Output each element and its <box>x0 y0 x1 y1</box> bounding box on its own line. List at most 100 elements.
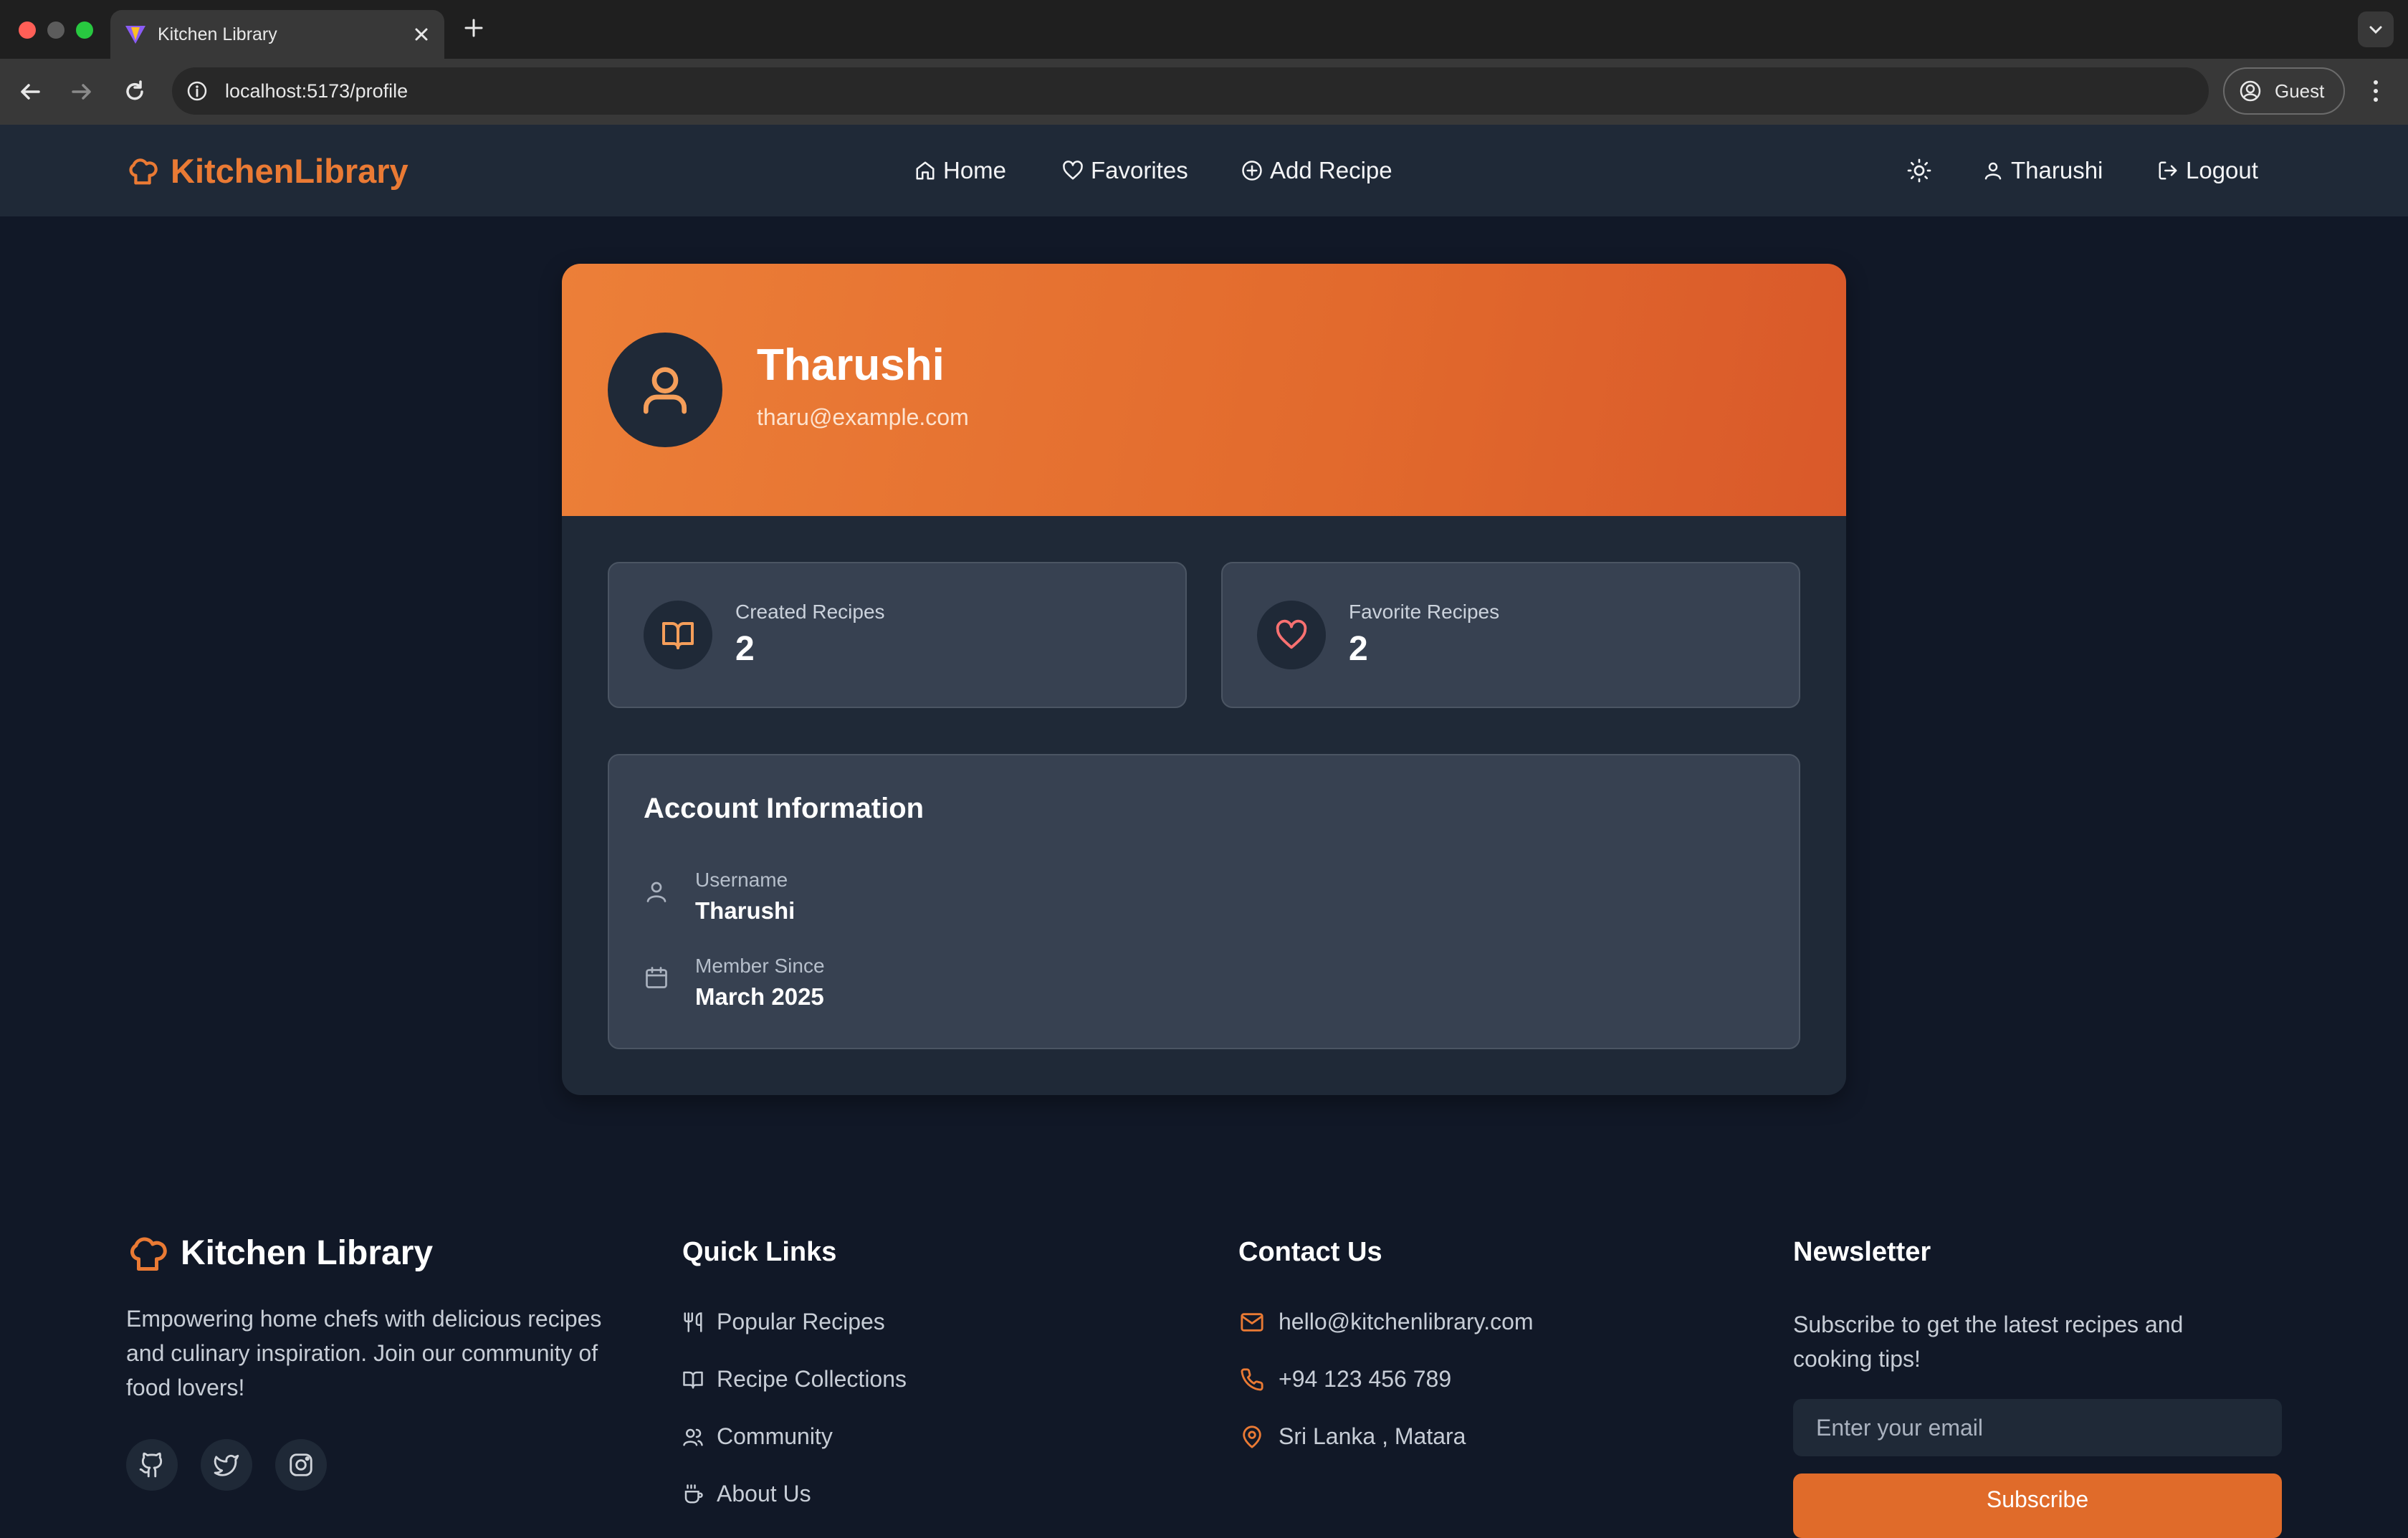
footer-link-label: Popular Recipes <box>717 1309 885 1334</box>
mail-icon <box>1238 1310 1266 1334</box>
avatar <box>608 333 722 447</box>
tab-title: Kitchen Library <box>158 24 277 44</box>
footer-brand: Kitchen Library <box>126 1231 433 1274</box>
reload-icon[interactable] <box>122 79 148 105</box>
twitter-icon <box>213 1451 240 1479</box>
github-link[interactable] <box>126 1439 178 1491</box>
contact-location: Sri Lanka , Matara <box>1238 1423 1466 1450</box>
user-icon <box>644 879 669 904</box>
member-since-label: Member Since <box>695 955 825 977</box>
stat-value: 2 <box>735 630 755 668</box>
contact-phone-link[interactable]: +94 123 456 789 <box>1238 1366 1451 1393</box>
close-tab-icon[interactable] <box>411 24 431 44</box>
contact-us-title: Contact Us <box>1238 1237 1382 1267</box>
nav-favorites-link[interactable]: Favorites <box>1062 125 1188 216</box>
logout-button[interactable]: Logout <box>2157 125 2258 216</box>
vite-favicon-icon <box>125 24 146 44</box>
nav-add-recipe-label: Add Recipe <box>1270 157 1392 183</box>
tab-search-icon[interactable] <box>2358 11 2394 47</box>
home-icon <box>914 160 936 181</box>
logout-icon <box>2157 160 2179 181</box>
footer-link-recipe-collections[interactable]: Recipe Collections <box>682 1366 907 1393</box>
profile-card: Tharushi tharu@example.com Created Recip… <box>562 264 1846 1095</box>
phone-icon <box>1238 1367 1266 1392</box>
user-icon <box>636 361 694 419</box>
forward-icon[interactable] <box>69 79 95 105</box>
nav-favorites-label: Favorites <box>1091 157 1188 183</box>
nav-home-label: Home <box>943 157 1007 183</box>
footer-link-community[interactable]: Community <box>682 1423 833 1450</box>
maximize-window-button[interactable] <box>76 22 93 39</box>
github-icon <box>138 1451 166 1479</box>
close-window-button[interactable] <box>19 22 36 39</box>
new-tab-icon[interactable] <box>463 17 484 39</box>
sun-icon <box>1906 158 1932 183</box>
plus-circle-icon <box>1241 160 1263 181</box>
footer-link-about-us[interactable]: About Us <box>682 1481 811 1507</box>
newsletter-title: Newsletter <box>1793 1237 1931 1267</box>
theme-toggle-button[interactable] <box>1906 125 1932 216</box>
newsletter-text: Subscribe to get the latest recipes and … <box>1793 1307 2295 1376</box>
footer-brand-name: Kitchen Library <box>181 1233 434 1272</box>
brand-name: KitchenLibrary <box>171 151 408 190</box>
profile-header: Tharushi tharu@example.com <box>562 264 1846 516</box>
stat-label: Created Recipes <box>735 601 885 623</box>
username-value: Tharushi <box>695 897 796 924</box>
account-information-title: Account Information <box>644 793 924 824</box>
users-icon <box>682 1426 704 1448</box>
chef-hat-icon <box>126 1231 169 1274</box>
address-bar[interactable]: localhost:5173/profile <box>172 67 2209 115</box>
newsletter-email-input[interactable] <box>1793 1399 2282 1456</box>
footer-link-popular-recipes[interactable]: Popular Recipes <box>682 1309 885 1335</box>
app-navbar: KitchenLibrary Home Favorites Add Recipe… <box>0 125 2408 216</box>
member-since-value: March 2025 <box>695 983 824 1010</box>
browser-tab[interactable]: Kitchen Library <box>110 10 444 59</box>
logout-label: Logout <box>2186 157 2258 183</box>
created-recipes-stat: Created Recipes 2 <box>608 562 1187 708</box>
back-icon[interactable] <box>17 79 43 105</box>
account-circle-icon <box>2239 80 2262 102</box>
tagline-line: and culinary inspiration. Join our commu… <box>126 1340 598 1366</box>
profile-email: tharu@example.com <box>757 404 969 430</box>
nav-add-recipe-link[interactable]: Add Recipe <box>1241 125 1392 216</box>
newsletter-text-line: Subscribe to get the latest recipes and <box>1793 1312 2184 1337</box>
heart-icon <box>1257 601 1326 669</box>
footer-link-label: About Us <box>717 1481 811 1506</box>
browser-tab-strip: Kitchen Library <box>0 0 2408 59</box>
stat-value: 2 <box>1349 630 1368 668</box>
map-pin-icon <box>1238 1425 1266 1449</box>
nav-user-label: Tharushi <box>2011 157 2103 183</box>
user-icon <box>1982 160 2004 181</box>
contact-email-link[interactable]: hello@kitchenlibrary.com <box>1238 1309 1534 1335</box>
footer-link-label: Recipe Collections <box>717 1366 907 1392</box>
site-info-icon[interactable] <box>186 80 208 102</box>
twitter-link[interactable] <box>201 1439 252 1491</box>
book-open-icon <box>682 1369 704 1390</box>
stat-label: Favorite Recipes <box>1349 601 1500 623</box>
brand-logo[interactable]: KitchenLibrary <box>126 125 408 216</box>
url-text[interactable]: localhost:5173/profile <box>225 67 408 115</box>
profile-label: Guest <box>2275 80 2325 102</box>
contact-email: hello@kitchenlibrary.com <box>1279 1309 1534 1334</box>
nav-user-link[interactable]: Tharushi <box>1982 125 2103 216</box>
newsletter-text-line: cooking tips! <box>1793 1346 1921 1372</box>
profile-button[interactable]: Guest <box>2223 67 2345 115</box>
footer-link-label: Community <box>717 1423 833 1449</box>
utensils-icon <box>682 1312 704 1333</box>
contact-phone: +94 123 456 789 <box>1279 1366 1452 1392</box>
quick-links-title: Quick Links <box>682 1237 837 1267</box>
footer-tagline: Empowering home chefs with delicious rec… <box>126 1301 642 1405</box>
account-information-panel: Account Information Username Tharushi Me… <box>608 754 1800 1049</box>
coffee-icon <box>682 1484 704 1505</box>
favorite-recipes-stat: Favorite Recipes 2 <box>1221 562 1800 708</box>
nav-home-link[interactable]: Home <box>914 125 1006 216</box>
tagline-line: Empowering home chefs with delicious rec… <box>126 1306 602 1332</box>
browser-menu-icon[interactable] <box>2366 79 2385 103</box>
contact-location-label: Sri Lanka , Matara <box>1279 1423 1466 1449</box>
instagram-icon <box>287 1451 315 1479</box>
subscribe-button[interactable]: Subscribe <box>1793 1473 2282 1538</box>
instagram-link[interactable] <box>275 1439 327 1491</box>
minimize-window-button[interactable] <box>47 22 64 39</box>
profile-name: Tharushi <box>757 340 945 390</box>
chef-hat-icon <box>126 154 159 187</box>
